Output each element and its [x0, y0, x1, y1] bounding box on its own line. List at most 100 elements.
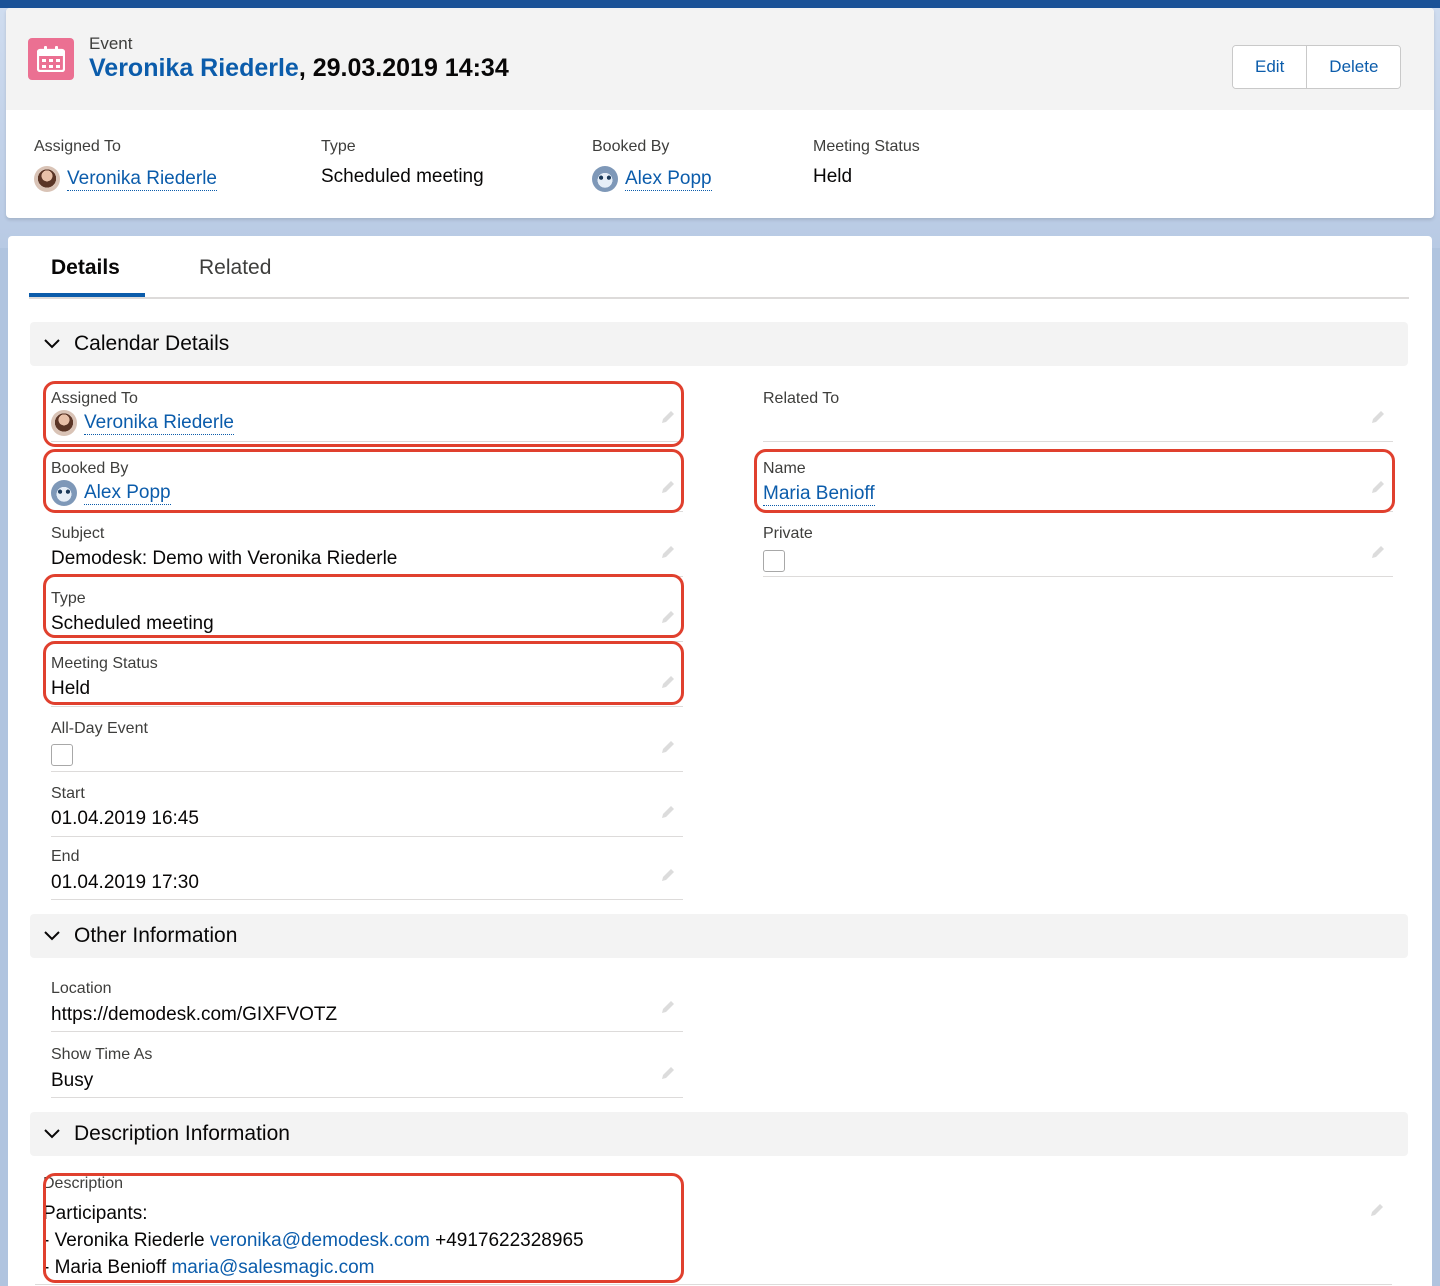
record-header: Event Veronika Riederle, 29.03.2019 14:3… — [6, 8, 1434, 218]
field-value: 01.04.2019 16:45 — [51, 808, 199, 829]
section-other-information[interactable]: Other Information — [30, 914, 1408, 958]
field-label: Assigned To — [51, 390, 138, 407]
field-private: Private — [763, 515, 1393, 577]
highlight-assigned-to: Assigned To Veronika Riederle — [34, 138, 217, 192]
description-participant: - Maria Benioff maria@salesmagic.com — [43, 1257, 375, 1279]
record-title-name[interactable]: Veronika Riederle — [89, 54, 299, 82]
field-type: Type Scheduled meeting — [51, 580, 683, 642]
pencil-icon[interactable] — [1369, 478, 1387, 501]
field-label: Description — [43, 1175, 124, 1192]
record-title-datetime: , 29.03.2019 14:34 — [298, 54, 509, 82]
assigned-to-link[interactable]: Veronika Riederle — [84, 412, 234, 435]
pencil-icon[interactable] — [1369, 543, 1387, 566]
pencil-icon[interactable] — [659, 543, 677, 566]
section-description-information[interactable]: Description Information — [30, 1112, 1408, 1156]
name-link[interactable]: Maria Benioff — [763, 483, 875, 506]
highlight-booked-by: Booked By Alex Popp — [592, 138, 712, 192]
pencil-icon[interactable] — [1369, 408, 1387, 431]
field-name: Name Maria Benioff — [763, 450, 1393, 512]
pencil-icon[interactable] — [659, 738, 677, 761]
field-end: End 01.04.2019 17:30 — [51, 838, 683, 900]
pencil-icon[interactable] — [659, 673, 677, 696]
highlight-label: Booked By — [592, 138, 670, 155]
pencil-icon[interactable] — [659, 998, 677, 1021]
highlight-meeting-status: Meeting Status Held — [813, 138, 920, 188]
pencil-icon[interactable] — [659, 866, 677, 889]
field-value: Busy — [51, 1070, 94, 1091]
field-value: 01.04.2019 17:30 — [51, 872, 199, 893]
highlight-label: Type — [321, 138, 356, 155]
record-title: Veronika Riederle, 29.03.2019 14:34 — [89, 54, 509, 83]
participant-email-link[interactable]: veronika@demodesk.com — [210, 1230, 430, 1251]
pencil-icon[interactable] — [659, 478, 677, 501]
field-value: Held — [51, 678, 91, 699]
chevron-down-icon — [30, 339, 74, 349]
participant-name: - Veronika Riederle — [43, 1230, 210, 1251]
user-avatar — [51, 410, 77, 436]
private-checkbox[interactable] — [763, 550, 785, 572]
field-related-to: Related To — [763, 380, 1393, 442]
highlight-value: Scheduled meeting — [321, 166, 484, 187]
section-title: Other Information — [74, 924, 238, 947]
field-assigned-to: Assigned To Veronika Riederle — [51, 380, 683, 442]
assigned-to-link[interactable]: Veronika Riederle — [67, 168, 217, 191]
field-meeting-status: Meeting Status Held — [51, 645, 683, 707]
field-label: Related To — [763, 390, 840, 407]
bot-avatar — [592, 166, 618, 192]
field-subject: Subject Demodesk: Demo with Veronika Rie… — [51, 515, 683, 577]
field-label: Name — [763, 460, 806, 477]
field-label: Show Time As — [51, 1046, 153, 1063]
pencil-icon[interactable] — [659, 1064, 677, 1087]
participant-phone: +4917622328965 — [429, 1230, 584, 1251]
chevron-down-icon — [30, 931, 74, 941]
highlight-value: Held — [813, 166, 853, 187]
participant-name: - Maria Benioff — [43, 1257, 172, 1278]
user-avatar — [34, 166, 60, 192]
field-location: Location https://demodesk.com/GIXFVOTZ — [51, 970, 683, 1032]
active-tab-indicator — [29, 293, 145, 297]
field-all-day-event: All-Day Event — [51, 710, 683, 772]
bot-avatar — [51, 480, 77, 506]
delete-button[interactable]: Delete — [1306, 46, 1401, 88]
field-label: All-Day Event — [51, 720, 148, 737]
participant-email-link[interactable]: maria@salesmagic.com — [171, 1257, 374, 1278]
field-booked-by: Booked By Alex Popp — [51, 450, 683, 512]
field-description: Description Participants: - Veronika Rie… — [35, 1175, 1392, 1285]
section-title: Calendar Details — [74, 332, 230, 355]
field-label: Subject — [51, 525, 105, 542]
pencil-icon[interactable] — [659, 803, 677, 826]
field-value: https://demodesk.com/GIXFVOTZ — [51, 1004, 338, 1025]
calendar-icon — [28, 38, 74, 80]
field-label: Meeting Status — [51, 655, 158, 672]
pencil-icon[interactable] — [659, 408, 677, 431]
field-label: Location — [51, 980, 112, 997]
top-bar — [0, 0, 1440, 8]
action-button-group: Edit Delete — [1232, 45, 1402, 89]
all-day-event-checkbox[interactable] — [51, 744, 73, 766]
booked-by-link[interactable]: Alex Popp — [625, 168, 712, 191]
object-label: Event — [89, 34, 133, 53]
description-participant: - Veronika Riederle veronika@demodesk.co… — [43, 1230, 584, 1252]
highlight-type: Type Scheduled meeting — [321, 138, 484, 188]
field-label: Start — [51, 785, 85, 802]
description-line: Participants: — [43, 1203, 148, 1224]
tab-details[interactable]: Details — [51, 256, 120, 280]
record-header-top: Event Veronika Riederle, 29.03.2019 14:3… — [6, 8, 1434, 110]
highlight-label: Meeting Status — [813, 138, 920, 155]
section-title: Description Information — [74, 1122, 290, 1145]
field-value: Scheduled meeting — [51, 613, 214, 634]
booked-by-link[interactable]: Alex Popp — [84, 482, 171, 505]
chevron-down-icon — [30, 1129, 74, 1139]
pencil-icon[interactable] — [659, 608, 677, 631]
field-label: Private — [763, 525, 813, 542]
field-show-time-as: Show Time As Busy — [51, 1036, 683, 1098]
field-start: Start 01.04.2019 16:45 — [51, 775, 683, 837]
edit-button[interactable]: Edit — [1233, 46, 1307, 88]
tab-related[interactable]: Related — [199, 256, 271, 280]
highlight-label: Assigned To — [34, 138, 121, 155]
field-label: End — [51, 848, 80, 865]
field-label: Booked By — [51, 460, 129, 477]
field-label: Type — [51, 590, 86, 607]
pencil-icon[interactable] — [1368, 1201, 1386, 1224]
section-calendar-details[interactable]: Calendar Details — [30, 322, 1408, 366]
